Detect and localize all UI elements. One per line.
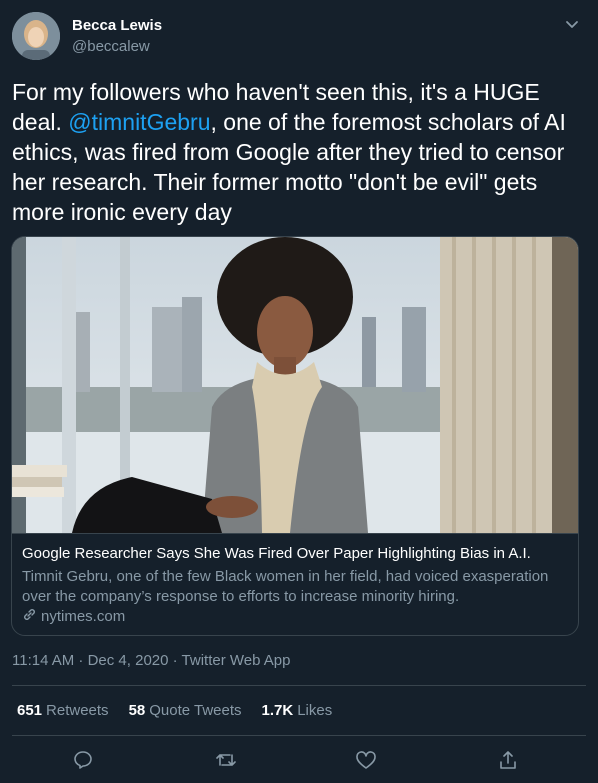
engagement-stats: 651 Retweets 58 Quote Tweets 1.7K Likes — [17, 702, 332, 719]
quotes-count: 58 — [128, 702, 146, 719]
share-icon[interactable] — [497, 749, 519, 771]
card-description: Timnit Gebru, one of the few Black women… — [22, 568, 549, 605]
mention-link[interactable]: @timnitGebru — [68, 109, 210, 135]
card-domain: nytimes.com — [41, 608, 126, 625]
chevron-down-icon[interactable] — [562, 15, 582, 35]
retweets-label: Retweets — [46, 702, 109, 719]
quotes-label: Quote Tweets — [149, 702, 242, 719]
retweets-count: 651 — [17, 702, 43, 719]
retweet-icon[interactable] — [215, 749, 237, 771]
likes-stat[interactable]: 1.7K Likes — [262, 702, 333, 719]
divider — [12, 685, 586, 686]
tweet-text: For my followers who haven't seen this, … — [12, 77, 590, 227]
card-image[interactable] — [12, 237, 578, 534]
card-title[interactable]: Google Researcher Says She Was Fired Ove… — [22, 545, 531, 562]
quotes-stat[interactable]: 58 Quote Tweets — [129, 702, 242, 719]
author-handle[interactable]: @beccalew — [72, 38, 150, 55]
tweet-timestamp[interactable]: 11:14 AM · Dec 4, 2020 · Twitter Web App — [12, 652, 290, 669]
reply-icon[interactable] — [72, 749, 94, 771]
link-icon — [22, 607, 37, 626]
like-icon[interactable] — [355, 749, 377, 771]
action-bar — [0, 749, 598, 773]
card-domain-row[interactable]: nytimes.com — [22, 607, 125, 626]
divider — [12, 735, 586, 736]
likes-count: 1.7K — [261, 702, 294, 719]
likes-label: Likes — [297, 702, 333, 719]
avatar[interactable] — [12, 12, 60, 60]
author-display-name[interactable]: Becca Lewis — [72, 17, 162, 34]
link-preview-card[interactable]: Google Researcher Says She Was Fired Ove… — [11, 236, 579, 636]
retweets-stat[interactable]: 651 Retweets — [17, 702, 109, 719]
